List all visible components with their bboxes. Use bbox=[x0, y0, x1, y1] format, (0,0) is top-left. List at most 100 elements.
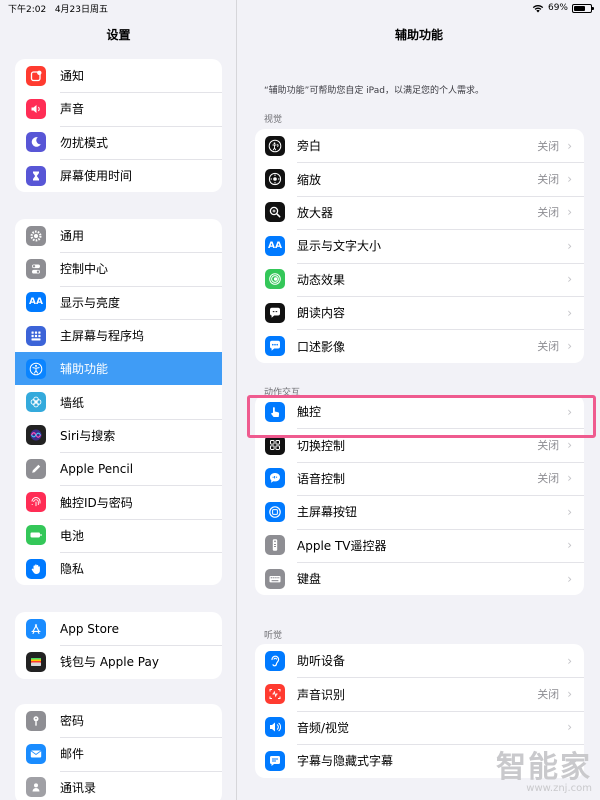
settings-row[interactable]: 口述影像 关闭 › bbox=[255, 329, 584, 362]
sidebar-item-label: 勿扰模式 bbox=[60, 135, 109, 150]
chevron-right-icon: › bbox=[567, 172, 572, 187]
text-size-icon: AA bbox=[26, 292, 46, 313]
sidebar-item[interactable]: 密码 bbox=[15, 704, 222, 737]
accessibility-icon bbox=[26, 358, 46, 379]
settings-row-label: 动态效果 bbox=[297, 272, 346, 287]
sidebar-item[interactable]: Siri与搜索 bbox=[15, 418, 222, 452]
settings-row-label: 语音控制 bbox=[297, 471, 346, 486]
gear-icon bbox=[26, 225, 46, 246]
moon-icon bbox=[26, 132, 46, 153]
sidebar-item[interactable]: 钱包与 Apple Pay bbox=[15, 645, 222, 678]
home-button-icon bbox=[265, 501, 285, 522]
sidebar-title: 设置 bbox=[106, 28, 131, 42]
voice-control-icon bbox=[265, 468, 285, 489]
sidebar-item-label: 通知 bbox=[60, 69, 85, 84]
settings-row-value: 关闭 bbox=[537, 206, 560, 220]
chevron-right-icon: › bbox=[567, 238, 572, 253]
sidebar-item[interactable]: 声音 bbox=[15, 92, 222, 125]
wifi-icon bbox=[532, 4, 544, 13]
chevron-right-icon: › bbox=[567, 720, 572, 735]
fingerprint-icon bbox=[26, 492, 46, 513]
sidebar-item[interactable]: 电池 bbox=[15, 518, 222, 552]
watermark: 智能家 www.znj.com bbox=[496, 750, 592, 795]
switch-control-icon bbox=[265, 435, 285, 456]
chevron-right-icon: › bbox=[567, 138, 572, 153]
settings-row[interactable]: 主屏幕按钮 › bbox=[255, 495, 584, 528]
sidebar-item-label: 声音 bbox=[60, 102, 85, 117]
settings-row-label: 主屏幕按钮 bbox=[297, 505, 358, 520]
touch-row-highlight bbox=[247, 395, 596, 438]
chevron-right-icon: › bbox=[567, 571, 572, 586]
hand-icon bbox=[26, 558, 46, 579]
settings-row[interactable]: 朗读内容 › bbox=[255, 295, 584, 329]
zoom-icon bbox=[265, 169, 285, 190]
settings-row-label: 朗读内容 bbox=[297, 306, 346, 321]
sidebar-item[interactable]: 邮件 bbox=[15, 737, 222, 770]
settings-row-value: 关闭 bbox=[537, 173, 560, 187]
settings-row[interactable]: 声音识别 关闭 › bbox=[255, 677, 584, 710]
toggles-icon bbox=[26, 258, 46, 279]
watermark-brand: 智能家 bbox=[496, 750, 592, 785]
sidebar-item[interactable]: 通用 bbox=[15, 219, 222, 252]
sidebar-item[interactable]: 主屏幕与程序坞 bbox=[15, 318, 222, 352]
sidebar-item[interactable]: 通讯录 bbox=[15, 770, 222, 800]
settings-row[interactable]: 旁白 关闭 › bbox=[255, 129, 584, 162]
sidebar-item[interactable]: 控制中心 bbox=[15, 252, 222, 285]
chevron-right-icon: › bbox=[567, 687, 572, 702]
sidebar-item-label: 电池 bbox=[60, 528, 85, 543]
settings-row[interactable]: 放大器 关闭 › bbox=[255, 195, 584, 229]
sidebar-group: 通用控制中心 AA 显示与亮度主屏幕与程序坞 辅助功能墙纸 Siri与搜索 Apple P… bbox=[15, 219, 222, 586]
sidebar-item-label: 邮件 bbox=[60, 747, 85, 762]
settings-row-label: 音频/视觉 bbox=[297, 720, 350, 735]
sidebar-item-label: 屏幕使用时间 bbox=[60, 169, 133, 184]
sidebar-item[interactable]: 辅助功能 bbox=[15, 352, 222, 386]
sidebar-item[interactable]: Apple Pencil bbox=[15, 452, 222, 485]
settings-row-label: 声音识别 bbox=[297, 687, 346, 702]
audio-visual-icon bbox=[265, 717, 285, 738]
grid-icon bbox=[26, 325, 46, 346]
sidebar-item[interactable]: 墙纸 bbox=[15, 385, 222, 418]
sidebar-item[interactable]: 通知 bbox=[15, 59, 222, 92]
battery-percent: 69% bbox=[547, 3, 568, 13]
sidebar-group: 通知声音勿扰模式屏幕使用时间 bbox=[15, 59, 222, 193]
settings-row[interactable]: 助听设备 › bbox=[255, 644, 584, 677]
flower-icon bbox=[26, 392, 46, 413]
sidebar-item[interactable]: AA 显示与亮度 bbox=[15, 285, 222, 319]
settings-row-value: 关闭 bbox=[537, 340, 560, 354]
sidebar-item-label: 主屏幕与程序坞 bbox=[60, 329, 145, 344]
sidebar-group: 密码邮件通讯录 bbox=[15, 704, 222, 800]
battery-icon bbox=[26, 525, 46, 546]
sidebar-item[interactable]: 屏幕使用时间 bbox=[15, 158, 222, 192]
hourglass-icon bbox=[26, 165, 46, 186]
sidebar-item-label: 控制中心 bbox=[60, 262, 109, 277]
status-left: 下午2:02 4月23日周五 bbox=[8, 2, 108, 15]
sidebar-item[interactable]: App Store bbox=[15, 612, 222, 645]
settings-row[interactable]: 缩放 关闭 › bbox=[255, 162, 584, 195]
key-icon bbox=[26, 710, 46, 731]
settings-row-value: 关闭 bbox=[537, 688, 560, 702]
settings-row-label: 助听设备 bbox=[297, 654, 346, 669]
status-time: 下午2:02 bbox=[8, 4, 47, 15]
settings-row-label: 放大器 bbox=[297, 205, 334, 220]
chevron-right-icon: › bbox=[567, 305, 572, 320]
settings-row[interactable]: 动态效果 › bbox=[255, 262, 584, 296]
ear-icon bbox=[265, 650, 285, 671]
sidebar-item[interactable]: 隐私 bbox=[15, 551, 222, 585]
settings-row[interactable]: AA 显示与文字大小 › bbox=[255, 229, 584, 262]
sidebar-item[interactable]: 勿扰模式 bbox=[15, 125, 222, 159]
settings-row[interactable]: 语音控制 关闭 › bbox=[255, 461, 584, 495]
appstore-icon bbox=[26, 618, 46, 639]
settings-row[interactable]: 键盘 › bbox=[255, 561, 584, 595]
chevron-right-icon: › bbox=[567, 438, 572, 453]
text-size-icon: AA bbox=[265, 235, 285, 256]
mail-icon bbox=[26, 743, 46, 764]
sidebar-item[interactable]: 触控ID与密码 bbox=[15, 485, 222, 518]
chevron-right-icon: › bbox=[567, 205, 572, 220]
settings-row-label: 切换控制 bbox=[297, 438, 346, 453]
sidebar-item-label: App Store bbox=[60, 621, 119, 636]
sidebar-group: App Store 钱包与 Apple Pay bbox=[15, 612, 222, 679]
sidebar-item-label: Apple Pencil bbox=[60, 461, 134, 476]
settings-row[interactable]: Apple TV遥控器 › bbox=[255, 528, 584, 562]
sidebar-item-label: 辅助功能 bbox=[60, 362, 109, 377]
settings-row[interactable]: 音频/视觉 › bbox=[255, 710, 584, 744]
